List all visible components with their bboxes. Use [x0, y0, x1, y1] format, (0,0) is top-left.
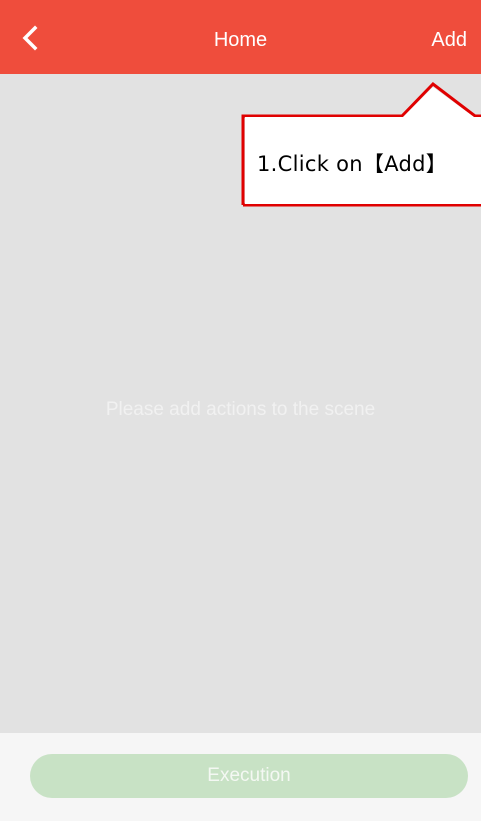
add-button[interactable]: Add — [431, 28, 467, 52]
callout-text: 1.Click on【Add】 — [257, 152, 448, 176]
callout-bubble — [241, 81, 481, 205]
page-title: Home — [213, 29, 268, 51]
scene-screen: Home Add Please add actions to the scene… — [0, 0, 481, 821]
top-app-bar: Home Add — [0, 0, 481, 74]
chevron-left-icon — [20, 25, 40, 56]
empty-state-message: Please add actions to the scene — [105, 399, 376, 420]
back-button[interactable] — [8, 18, 52, 62]
execution-button[interactable]: Execution — [30, 754, 468, 798]
